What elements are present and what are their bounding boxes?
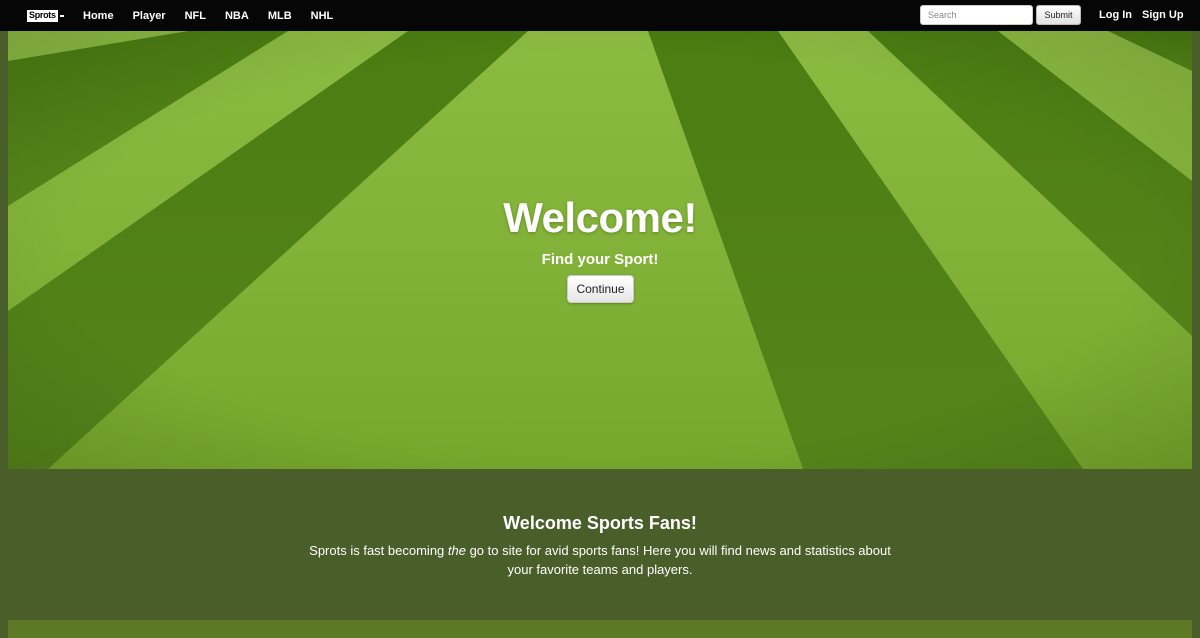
hero-content: Welcome! Find your Sport! Continue — [8, 31, 1192, 469]
welcome-text-before: Sprots is fast becoming — [309, 543, 448, 558]
top-navbar: Sprots Home Player NFL NBA MLB NHL Submi… — [0, 0, 1200, 31]
nav-link-home[interactable]: Home — [83, 10, 114, 22]
welcome-text-after: go to site for avid sports fans! Here yo… — [465, 543, 891, 577]
nav-link-player[interactable]: Player — [133, 10, 166, 22]
signup-link[interactable]: Sign Up — [1142, 9, 1184, 21]
brand-name: Sprots — [27, 9, 58, 22]
search-input[interactable] — [920, 5, 1033, 25]
welcome-section-text: Sprots is fast becoming the go to site f… — [300, 541, 900, 579]
page-margin-left — [0, 31, 8, 638]
hero-banner: Welcome! Find your Sport! Continue — [8, 31, 1192, 469]
brand-underline — [59, 14, 64, 17]
welcome-section: Welcome Sports Fans! Sprots is fast beco… — [8, 469, 1192, 620]
welcome-section-title: Welcome Sports Fans! — [503, 513, 697, 533]
next-section-band — [8, 620, 1192, 638]
nav-link-nfl[interactable]: NFL — [185, 10, 206, 22]
login-link[interactable]: Log In — [1099, 9, 1132, 21]
hero-title: Welcome! — [503, 194, 697, 241]
brand-logo[interactable]: Sprots — [27, 9, 64, 22]
hero-subtitle: Find your Sport! — [541, 251, 659, 268]
page-margin-right — [1192, 31, 1200, 638]
welcome-text-emphasis: the — [447, 543, 466, 558]
nav-link-mlb[interactable]: MLB — [268, 10, 292, 22]
continue-button[interactable]: Continue — [567, 275, 634, 303]
nav-link-nhl[interactable]: NHL — [311, 10, 334, 22]
nav-link-nba[interactable]: NBA — [225, 10, 249, 22]
nav-links: Home Player NFL NBA MLB NHL — [83, 0, 352, 31]
search-submit-button[interactable]: Submit — [1036, 5, 1081, 25]
